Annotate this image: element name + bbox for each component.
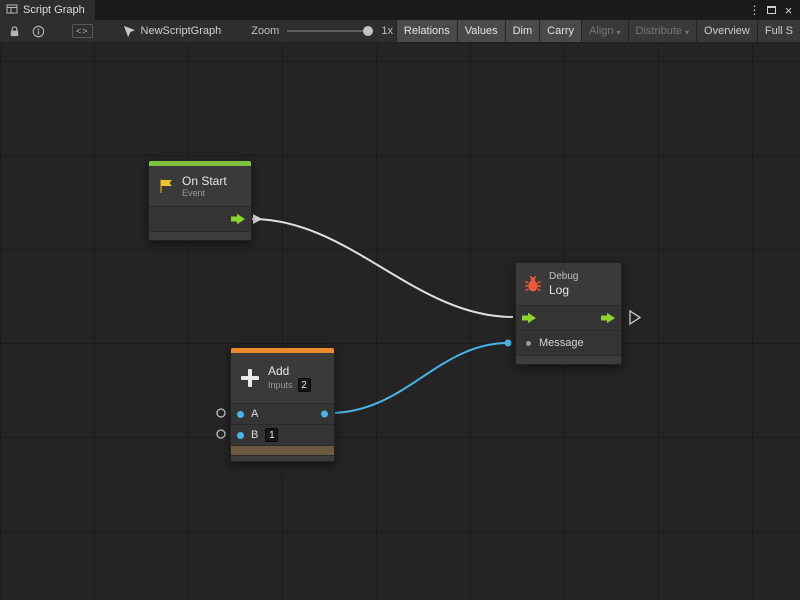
node-add[interactable]: Add Inputs 2 A B 1	[230, 347, 335, 462]
dim-toggle[interactable]: Dim	[505, 20, 540, 42]
zoom-slider[interactable]	[287, 30, 373, 32]
inputs-label: Inputs	[268, 380, 293, 391]
node-category: Debug	[549, 271, 578, 283]
wire-start-arrow-icon	[253, 214, 262, 224]
graph-asset[interactable]: NewScriptGraph	[123, 25, 222, 38]
wire-layer	[0, 43, 800, 600]
add-node-bottom-strip	[231, 445, 334, 455]
toolbar-buttons: Relations Values Dim Carry Align▾ Distri…	[396, 20, 800, 42]
add-result-output-port[interactable]	[321, 411, 328, 418]
zoom-label: Zoom	[251, 25, 279, 37]
align-dropdown[interactable]: Align▾	[581, 20, 627, 42]
onstart-port-row	[149, 206, 251, 231]
log-port-row	[516, 305, 621, 330]
relations-toggle[interactable]: Relations	[396, 20, 457, 42]
node-footer	[231, 455, 334, 461]
carry-toggle[interactable]: Carry	[539, 20, 581, 42]
info-icon[interactable]	[28, 21, 48, 41]
distribute-dropdown[interactable]: Distribute▾	[628, 20, 696, 42]
tab-script-graph[interactable]: Script Graph	[0, 0, 95, 20]
log-output-triangle-icon[interactable]	[630, 311, 640, 324]
node-title: Log	[549, 283, 578, 297]
port-b-label: B	[251, 429, 258, 441]
node-title: On Start	[182, 174, 227, 188]
script-graph-window: Script Graph ⋮ × <> NewScriptGraph Zoom …	[0, 0, 800, 600]
control-input-port-icon[interactable]	[521, 312, 537, 324]
title-bar: Script Graph ⋮ ×	[0, 0, 800, 20]
message-port-row: Message	[516, 330, 621, 355]
maximize-icon	[767, 6, 776, 14]
port-a-label: A	[251, 408, 258, 420]
wire-onstart-to-log[interactable]	[252, 219, 513, 317]
port-row-b: B 1	[231, 424, 334, 445]
graph-arrow-icon	[123, 25, 136, 38]
flag-icon	[157, 177, 175, 195]
maximize-button[interactable]	[763, 1, 780, 19]
node-footer	[149, 231, 251, 240]
window-controls: ⋮ ×	[746, 0, 800, 20]
script-graph-tab-icon	[6, 3, 18, 18]
code-preview-icon[interactable]: <>	[72, 24, 93, 38]
zoom-slider-thumb[interactable]	[363, 26, 373, 36]
wire-end-dot	[505, 340, 512, 347]
port-b-input[interactable]	[237, 432, 244, 439]
message-input-port[interactable]	[526, 341, 531, 346]
node-subtitle: Event	[182, 188, 227, 199]
node-header: On Start Event	[149, 166, 251, 206]
chevron-down-icon: ▾	[685, 28, 689, 37]
window-menu-button[interactable]: ⋮	[746, 1, 763, 19]
control-output-port-icon[interactable]	[230, 213, 246, 225]
close-button[interactable]: ×	[780, 1, 797, 19]
control-output-port-icon[interactable]	[600, 312, 616, 324]
node-header: Add Inputs 2	[231, 353, 334, 403]
titlebar-spacer	[95, 0, 746, 20]
port-row-a: A	[231, 403, 334, 424]
port-a-outer-circle-icon[interactable]	[217, 409, 225, 417]
port-b-outer-circle-icon[interactable]	[217, 430, 225, 438]
tab-title: Script Graph	[23, 4, 85, 16]
wire-add-to-message[interactable]	[330, 343, 508, 413]
inputs-count-field[interactable]: 2	[298, 378, 311, 392]
node-header: Debug Log	[516, 263, 621, 305]
port-a-input[interactable]	[237, 411, 244, 418]
node-debug-log[interactable]: Debug Log Message	[515, 262, 622, 365]
graph-canvas[interactable]: On Start Event	[0, 43, 800, 600]
node-on-start[interactable]: On Start Event	[148, 160, 252, 241]
overview-button[interactable]: Overview	[696, 20, 757, 42]
bug-icon	[524, 275, 542, 293]
zoom-value: 1x	[381, 25, 393, 37]
zoom-control: Zoom 1x	[251, 25, 393, 37]
plus-icon	[239, 367, 261, 389]
fullscreen-button[interactable]: Full S	[757, 20, 800, 42]
port-b-value-field[interactable]: 1	[265, 428, 278, 442]
node-title: Add	[268, 364, 311, 378]
graph-toolbar: <> NewScriptGraph Zoom 1x Relations Valu…	[0, 20, 800, 43]
node-footer	[516, 355, 621, 364]
lock-icon[interactable]	[4, 21, 24, 41]
graph-asset-name: NewScriptGraph	[141, 25, 222, 37]
values-toggle[interactable]: Values	[457, 20, 505, 42]
chevron-down-icon: ▾	[617, 28, 621, 37]
message-port-label: Message	[539, 337, 584, 349]
